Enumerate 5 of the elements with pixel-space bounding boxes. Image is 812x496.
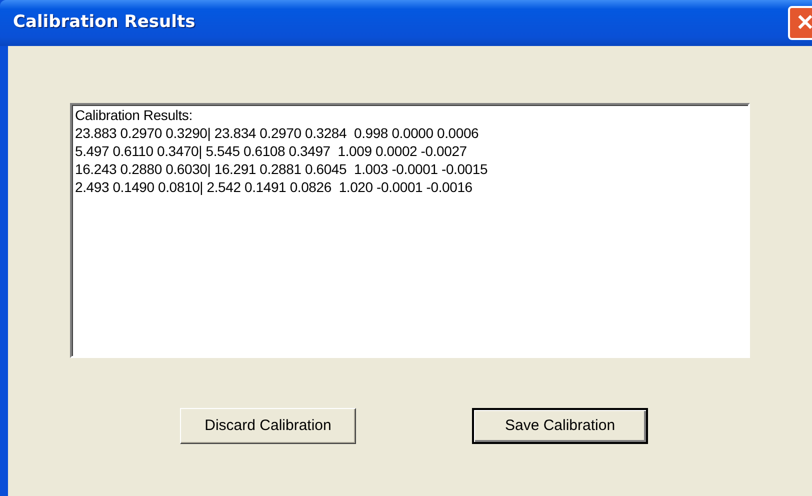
close-button[interactable]: ✕ (788, 6, 812, 40)
save-button[interactable]: Save Calibration (472, 408, 648, 444)
discard-button[interactable]: Discard Calibration (180, 408, 356, 444)
results-text-area[interactable]: Calibration Results: 23.883 0.2970 0.3290| 23.834 0.2970 0.3284 0.998 0.0000 0.0006 5.497 0.6110 0.3470| 5.545 0.6108 0.3497 1.009 0.0002 -0.0027 16.243 0.2880 0.6030| 16.291 0.2881 0.6045 1.003 -0.0001 -0.0015 2.493 0.1490 0.0810| 2.542 0.1491 0.0826 1.020 -0.0001 -0.0016 (70, 103, 750, 358)
window-title: Calibration Results (13, 11, 196, 34)
